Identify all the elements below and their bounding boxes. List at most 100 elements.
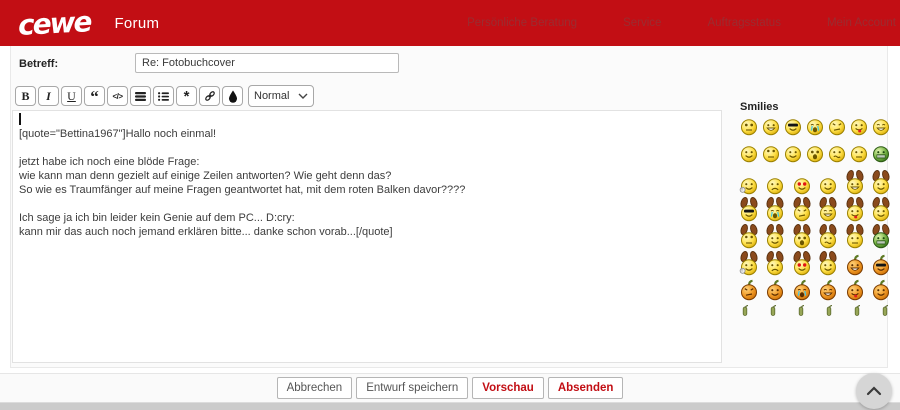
bold-button[interactable]: B — [15, 86, 36, 106]
smiley-smile-icon[interactable] — [740, 137, 758, 163]
abbrechen-button[interactable]: Abbrechen — [276, 377, 353, 399]
smiley-green-evil-icon[interactable] — [872, 137, 890, 163]
font-size-select[interactable]: Normal — [248, 85, 315, 107]
subject-input[interactable] — [135, 53, 399, 73]
bbcode-toolbar: B I U “ </> * Normal — [15, 85, 315, 107]
smiley-razz-icon[interactable] — [850, 110, 868, 136]
smiley-sprout-icon[interactable] — [740, 305, 750, 316]
smiley-speechless-icon[interactable] — [850, 137, 868, 163]
smiley-pumpkin-grin-icon[interactable] — [846, 250, 864, 276]
smiley-beer-icon[interactable] — [739, 169, 758, 195]
editor-line — [19, 113, 715, 127]
link-button[interactable] — [199, 86, 220, 106]
smiley-ears-smile-icon[interactable] — [766, 223, 784, 249]
smiley-ears-plain-icon[interactable] — [819, 250, 837, 276]
chevron-up-icon — [866, 386, 882, 396]
subject-label: Betreff: — [19, 58, 59, 70]
smiley-ears-razz-icon[interactable] — [846, 196, 864, 222]
smiley-rolleyes-icon[interactable] — [762, 137, 780, 163]
smiley-ears-smile-icon[interactable] — [872, 169, 890, 195]
cewe-logo: cewe — [17, 4, 92, 42]
smiley-ears-lol-icon[interactable] — [819, 196, 837, 222]
smilies-row — [740, 305, 890, 316]
font-color-button[interactable] — [222, 86, 243, 106]
smiley-ears-green-evil-icon[interactable] — [872, 223, 890, 249]
font-size-value: Normal — [254, 90, 290, 102]
smiley-sprout-icon[interactable] — [796, 305, 806, 316]
smiley-sad-icon[interactable] — [766, 169, 784, 195]
smiley-evil-icon[interactable] — [828, 110, 846, 136]
smiley-ears-speechless-icon[interactable] — [846, 223, 864, 249]
smiley-pumpkin-plain-icon[interactable] — [766, 275, 784, 301]
app-header: cewe Forum Persönliche Beratung Service Au… — [0, 0, 900, 46]
smiley-ears-sad-icon[interactable] — [766, 250, 784, 276]
message-textarea[interactable]: [quote="Bettina1967"]Hallo noch einmal! j… — [12, 110, 722, 363]
smiley-ears-skeptical-icon[interactable] — [819, 223, 837, 249]
list-button[interactable] — [130, 86, 151, 106]
smiley-grin-icon[interactable] — [762, 110, 780, 136]
smiley-sprout-icon[interactable] — [852, 305, 862, 316]
smiley-pumpkin-cry-icon[interactable] — [793, 275, 811, 301]
smiley-pumpkin-evil-icon[interactable] — [740, 275, 758, 301]
editor-line: wie kann man denn gezielt auf einige Zei… — [19, 170, 392, 182]
smiley-lol-icon[interactable] — [872, 110, 890, 136]
smiley-ears-grin-icon[interactable] — [846, 169, 864, 195]
text-cursor — [19, 113, 21, 125]
smiley-ears-cry-icon[interactable] — [766, 196, 784, 222]
smilies-row — [740, 223, 890, 249]
smiley-pumpkin-cool-icon[interactable] — [872, 250, 890, 276]
entwurf-speichern-button[interactable]: Entwurf speichern — [356, 377, 469, 399]
nav-link-1[interactable]: Service — [623, 17, 661, 29]
quote-icon: “ — [90, 86, 99, 106]
smiley-cool-icon[interactable] — [784, 110, 802, 136]
smiley-sprout-icon[interactable] — [880, 305, 890, 316]
editor-line: jetzt habe ich noch eine blöde Frage: — [19, 156, 200, 168]
list-item-button[interactable]: * — [176, 86, 197, 106]
ordered-list-button[interactable] — [153, 86, 174, 106]
smilies-row — [739, 169, 890, 195]
underline-button[interactable]: U — [61, 86, 82, 106]
editor-line: [quote="Bettina1967"]Hallo noch einmal! — [19, 128, 217, 140]
bold-icon: B — [21, 88, 30, 103]
smiley-plain-icon[interactable] — [819, 169, 837, 195]
vorschau-button[interactable]: Vorschau — [472, 377, 544, 399]
smiley-inlove-icon[interactable] — [793, 169, 811, 195]
smiley-ears-happy-icon[interactable] — [872, 196, 890, 222]
editor-line: kann mir das auch noch jemand erklären b… — [19, 226, 393, 238]
scroll-to-top-button[interactable] — [856, 373, 892, 409]
code-button[interactable]: </> — [107, 86, 128, 106]
bottom-divider — [0, 403, 900, 410]
brand-forum-label: Forum — [114, 14, 160, 32]
quote-button[interactable]: “ — [84, 86, 105, 106]
nav-link-0[interactable]: Persönliche Beratung — [467, 17, 577, 29]
smiley-pumpkin-razz-icon[interactable] — [846, 275, 864, 301]
absenden-button[interactable]: Absenden — [547, 377, 624, 399]
code-icon: </> — [112, 91, 123, 101]
nav-link-3[interactable]: Mein Account — [827, 17, 896, 29]
editor-line: So wie es Traumfänger auf meine Fragen g… — [19, 184, 466, 196]
smiley-ears-beer-icon[interactable] — [739, 250, 758, 276]
smiley-cry-icon[interactable] — [806, 110, 824, 136]
smiley-ears-inlove-icon[interactable] — [793, 250, 811, 276]
smiley-neutral-icon[interactable] — [740, 110, 758, 136]
list-icon — [135, 91, 146, 101]
nav-link-2[interactable]: Auftragsstatus — [707, 17, 781, 29]
smiley-sprout-icon[interactable] — [768, 305, 778, 316]
smilies-row — [740, 279, 890, 301]
underline-icon: U — [67, 88, 76, 103]
smiley-ears-rolleyes-icon[interactable] — [740, 223, 758, 249]
smiley-happy-icon[interactable] — [784, 137, 802, 163]
smiley-pumpkin-smile-icon[interactable] — [872, 275, 890, 301]
smiley-sprout-icon[interactable] — [824, 305, 834, 316]
smiley-ears-evil-icon[interactable] — [793, 196, 811, 222]
smiley-pumpkin-lol-icon[interactable] — [819, 275, 837, 301]
smiley-shocked-icon[interactable] — [806, 137, 824, 163]
smiley-ears-cool-icon[interactable] — [740, 196, 758, 222]
font-color-icon — [228, 90, 237, 103]
smilies-row — [740, 145, 890, 163]
smiley-ears-shocked-icon[interactable] — [793, 223, 811, 249]
italic-button[interactable]: I — [38, 86, 59, 106]
smiley-skeptical-icon[interactable] — [828, 137, 846, 163]
